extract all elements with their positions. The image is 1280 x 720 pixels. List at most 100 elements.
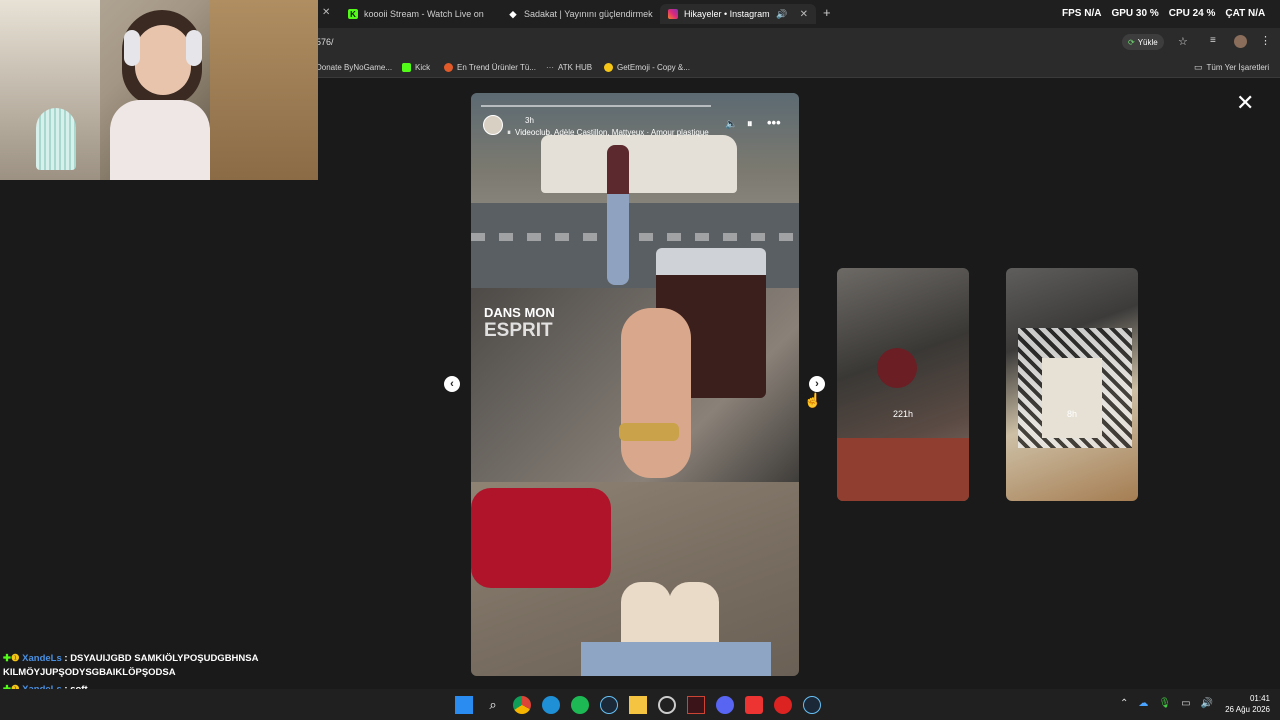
- fps-value: N/A: [1084, 8, 1102, 19]
- gpu-label: GPU: [1111, 8, 1134, 19]
- music-icon: ⏸: [507, 128, 511, 137]
- van: [541, 135, 737, 193]
- tab-sadakat[interactable]: ◆ Sadakat | Yayınını güçlendirmek ✕: [500, 4, 660, 24]
- clock[interactable]: 01:41 26 Ağu 2026: [1218, 693, 1270, 715]
- chrome-icon[interactable]: [513, 696, 531, 714]
- badge-icon: ❶: [10, 653, 20, 664]
- edge-icon[interactable]: [542, 696, 560, 714]
- new-tab-icon[interactable]: +: [823, 5, 831, 20]
- all-bookmarks-label: Tüm Yer İşaretleri: [1206, 62, 1270, 72]
- taskbar: ⌕ ⌃ ☁ 🎙 ▭ 🔊 01:41 26 Ağu 2026: [0, 689, 1280, 720]
- app-icon[interactable]: [745, 696, 763, 714]
- obs-icon[interactable]: [658, 696, 676, 714]
- thumbnail-label: 8h: [1066, 409, 1077, 419]
- chat-message: ✚❶ XandeLs : DSYAUIJGBD SAMKIÖLYPOŞUDGBH…: [3, 652, 258, 666]
- tab-search-icon[interactable]: ≡: [1210, 35, 1216, 46]
- story-card[interactable]: 3h ⏸ Videoclub, Adèle Castillon, Mattyeu…: [471, 93, 799, 676]
- bookmark-item[interactable]: En Trend Ürünler Tü...: [444, 60, 536, 74]
- cpu-value: 24 %: [1192, 8, 1216, 19]
- music-label: Videoclub, Adèle Castillon, Mattyeux · A…: [515, 128, 709, 137]
- bookmark-label: Kick: [415, 62, 431, 72]
- headphones: [124, 30, 140, 66]
- thumbnail-label: 221h: [892, 409, 914, 419]
- bookmark-label: Donate ByNoGame...: [316, 62, 393, 72]
- star-icon[interactable]: ☆: [1178, 35, 1188, 48]
- chat-text: : DSYAUIJGBD SAMKIÖLYPOŞUDGBHNSA: [64, 653, 259, 664]
- microphone-icon[interactable]: 🎙: [1158, 698, 1171, 709]
- story-thumbnail[interactable]: 221h: [837, 268, 969, 501]
- webcam-overlay: [0, 0, 318, 180]
- story-music[interactable]: ⏸ Videoclub, Adèle Castillon, Mattyeux ·…: [507, 128, 709, 138]
- person-face: [135, 25, 191, 95]
- menu-icon[interactable]: ⋮: [1260, 34, 1271, 47]
- search-icon[interactable]: ⌕: [484, 696, 502, 714]
- volume-icon[interactable]: 🔊: [1201, 698, 1213, 709]
- instagram-icon: [668, 9, 678, 19]
- walking-person: [607, 145, 629, 285]
- all-bookmarks[interactable]: ▭ Tüm Yer İşaretleri: [1194, 60, 1269, 74]
- story-overlay-text-2: ESPRIT: [484, 320, 553, 341]
- bookmark-label: En Trend Ürünler Tü...: [457, 62, 536, 72]
- chevron-up-icon[interactable]: ⌃: [1120, 698, 1128, 709]
- story-avatar[interactable]: [483, 115, 503, 135]
- bookmark-label: ATK HUB: [558, 62, 593, 72]
- bookmark-item[interactable]: GetEmoji - Copy &...: [604, 60, 690, 74]
- person-top: [110, 100, 210, 180]
- air-purifier: [36, 108, 76, 170]
- red-bag: [471, 488, 611, 588]
- diamond-icon: ◆: [509, 8, 517, 19]
- emoji-icon: [604, 62, 613, 72]
- start-icon[interactable]: [455, 696, 473, 714]
- steam-icon[interactable]: [600, 696, 618, 714]
- tab-instagram[interactable]: Hikayeler • Instagram 🔊 ✕: [660, 4, 816, 24]
- fps-label: FPS: [1062, 8, 1082, 19]
- sat-value: N/A: [1248, 8, 1266, 19]
- file-explorer-icon[interactable]: [629, 696, 647, 714]
- system-tray: ⌃ ☁ 🎙 ▭ 🔊: [1120, 698, 1213, 709]
- profile-avatar[interactable]: [1234, 35, 1247, 48]
- story-progress: [481, 105, 711, 107]
- bookmark-item[interactable]: Donate ByNoGame...: [316, 60, 392, 74]
- bookmark-item[interactable]: ⋯ ATK HUB: [546, 60, 592, 74]
- app-icon[interactable]: [774, 696, 792, 714]
- taskbar-apps: ⌕: [455, 696, 821, 714]
- story-overlay-text-1: DANS MON: [484, 305, 555, 320]
- update-button[interactable]: ⟳ Yükle: [1122, 34, 1164, 50]
- hand: [621, 308, 691, 478]
- chat-text-continuation: KILMÖYJUPŞODYSGBAIKLÖPŞODSA: [3, 667, 176, 678]
- story-thumbnail[interactable]: 8h: [1006, 268, 1138, 501]
- tab-label: Sadakat | Yayınını güçlendirmek: [524, 9, 653, 19]
- bookmark-label: GetEmoji - Copy &...: [617, 62, 690, 72]
- update-label: Yükle: [1137, 37, 1158, 47]
- previous-story-button[interactable]: ‹: [444, 376, 460, 392]
- trend-icon: [444, 62, 453, 72]
- bookmark-item[interactable]: Kick: [402, 60, 430, 74]
- close-tab-icon[interactable]: ✕: [322, 7, 330, 18]
- steam-icon[interactable]: [803, 696, 821, 714]
- tab-label: koooii Stream - Watch Live on: [364, 9, 484, 19]
- network-icon[interactable]: ▭: [1181, 698, 1190, 709]
- discord-icon[interactable]: [716, 696, 734, 714]
- pause-icon[interactable]: ⏸: [747, 118, 753, 131]
- kick-icon: [402, 62, 411, 72]
- close-tab-icon[interactable]: ✕: [800, 9, 808, 20]
- story-photo-shoes: [471, 482, 799, 676]
- spotify-icon[interactable]: [571, 696, 589, 714]
- atk-icon: ⋯: [546, 62, 554, 72]
- gold-watch: [619, 423, 679, 441]
- sat-label: ÇAT: [1225, 8, 1246, 19]
- speaker-icon[interactable]: 🔊: [776, 9, 787, 20]
- url-text[interactable]: 576/: [316, 37, 334, 47]
- story-time: 3h: [525, 116, 534, 125]
- cloud-icon[interactable]: ☁: [1138, 698, 1148, 709]
- mute-icon[interactable]: 🔈: [725, 119, 737, 130]
- more-options-icon[interactable]: •••: [767, 115, 781, 130]
- app-icon[interactable]: [687, 696, 705, 714]
- folder-icon: ▭: [1194, 61, 1203, 72]
- close-icon[interactable]: ✕: [1236, 92, 1254, 114]
- next-story-button[interactable]: ›: [809, 376, 825, 392]
- update-icon: ⟳: [1128, 37, 1135, 47]
- kick-icon: K: [348, 9, 358, 19]
- tab-kick-stream[interactable]: K koooii Stream - Watch Live on: [340, 4, 500, 24]
- jeans: [581, 642, 771, 676]
